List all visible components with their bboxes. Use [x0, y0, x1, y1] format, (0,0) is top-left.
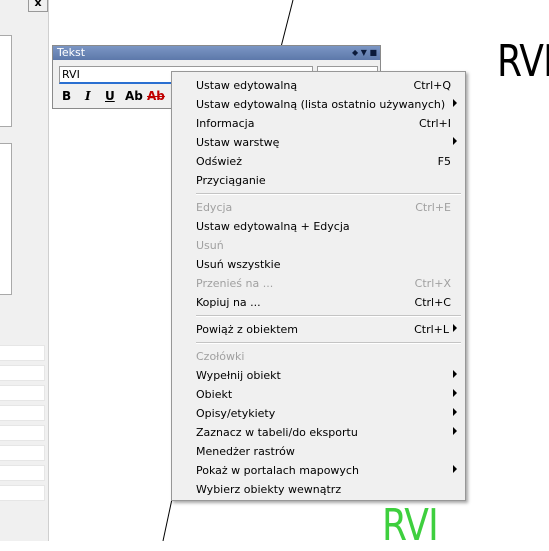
map-label-green[interactable]: RVI [382, 500, 439, 551]
left-panel-list[interactable] [0, 143, 12, 295]
menu-item-fill-object[interactable]: Wypełnij obiekt [172, 366, 465, 385]
submenu-arrow-icon [453, 324, 457, 332]
menu-item-shortcut: F5 [437, 155, 451, 168]
left-panel-field[interactable] [0, 465, 45, 481]
menu-item-copy-to[interactable]: Kopiuj na ... Ctrl+C [172, 293, 465, 312]
left-panel-field[interactable] [0, 385, 45, 401]
menu-separator [196, 193, 461, 195]
menu-item-shortcut: Ctrl+E [415, 201, 451, 214]
left-panel-field[interactable] [0, 365, 45, 381]
menu-item-label: Wybierz obiekty wewnątrz [196, 483, 342, 496]
menu-item-object[interactable]: Obiekt [172, 385, 465, 404]
submenu-arrow-icon [453, 408, 457, 416]
menu-item-label: Pokaż w portalach mapowych [196, 464, 359, 477]
menu-item-information[interactable]: Informacja Ctrl+I [172, 114, 465, 133]
menu-item-set-editable[interactable]: Ustaw edytowalną Ctrl+Q [172, 76, 465, 95]
submenu-arrow-icon [453, 99, 457, 107]
menu-item-label: Wypełnij obiekt [196, 369, 281, 382]
menu-item-shortcut: Ctrl+L [414, 323, 449, 336]
submenu-arrow-icon [453, 137, 457, 145]
menu-item-delete: Usuń [172, 236, 465, 255]
left-panel-field[interactable] [0, 485, 45, 501]
menu-separator [196, 342, 461, 344]
menu-item-shortcut: Ctrl+C [414, 296, 451, 309]
menu-item-link-object[interactable]: Powiąż z obiektem Ctrl+L [172, 320, 465, 339]
left-panel-field[interactable] [0, 345, 45, 361]
menu-item-label: Odśwież [196, 155, 242, 168]
menu-item-label: Usuń [196, 239, 224, 252]
left-panel-field[interactable] [0, 445, 45, 461]
left-panel-box [0, 35, 12, 127]
menu-item-select-in-table[interactable]: Zaznacz w tabeli/do eksportu [172, 423, 465, 442]
menu-item-labels[interactable]: Opisy/etykiety [172, 404, 465, 423]
menu-item-label: Ustaw warstwę [196, 136, 280, 149]
menu-item-label: Kopiuj na ... [196, 296, 261, 309]
close-icon[interactable]: x [28, 0, 48, 12]
underline-button[interactable]: U [105, 88, 115, 104]
submenu-arrow-icon [453, 465, 457, 473]
menu-item-set-editable-edit[interactable]: Ustaw edytowalną + Edycja [172, 217, 465, 236]
toolbar-window-controls-icon[interactable]: ◆ ▼ ■ [352, 46, 377, 60]
menu-item-raster-manager[interactable]: Menedżer rastrów [172, 442, 465, 461]
menu-item-select-objects-inside[interactable]: Wybierz obiekty wewnątrz [172, 480, 465, 499]
map-label-black[interactable]: RVI [497, 36, 549, 87]
submenu-arrow-icon [453, 389, 457, 397]
menu-item-refresh[interactable]: Odśwież F5 [172, 152, 465, 171]
menu-item-shortcut: Ctrl+Q [413, 79, 451, 92]
text-style-button[interactable]: Ab [125, 88, 143, 104]
menu-item-label: Powiąż z obiektem [196, 323, 299, 336]
text-toolbar-titlebar[interactable]: Tekst ◆ ▼ ■ [53, 46, 380, 60]
menu-item-show-in-map-portals[interactable]: Pokaż w portalach mapowych [172, 461, 465, 480]
menu-item-label: Obiekt [196, 388, 233, 401]
context-menu: Ustaw edytowalną Ctrl+Q Ustaw edytowalną… [171, 71, 466, 501]
submenu-arrow-icon [453, 427, 457, 435]
menu-item-label: Ustaw edytowalną + Edycja [196, 220, 350, 233]
menu-item-shortcut: Ctrl+I [418, 117, 451, 130]
italic-button[interactable]: I [85, 88, 91, 104]
menu-item-edit: Edycja Ctrl+E [172, 198, 465, 217]
menu-item-label: Czołówki [196, 350, 245, 363]
menu-item-headers: Czołówki [172, 347, 465, 366]
menu-item-snapping[interactable]: Przyciąganie [172, 171, 465, 190]
menu-item-label: Zaznacz w tabeli/do eksportu [196, 426, 358, 439]
left-dock-panel: x [0, 0, 49, 541]
text-toolbar-title: Tekst [57, 46, 86, 59]
menu-item-label: Opisy/etykiety [196, 407, 276, 420]
menu-separator [196, 315, 461, 317]
menu-item-set-layer[interactable]: Ustaw warstwę [172, 133, 465, 152]
menu-item-label: Menedżer rastrów [196, 445, 295, 458]
submenu-arrow-icon [453, 370, 457, 378]
left-panel-field[interactable] [0, 405, 45, 421]
menu-item-shortcut: Ctrl+X [414, 277, 451, 290]
menu-item-move-to: Przenieś na ... Ctrl+X [172, 274, 465, 293]
menu-item-label: Usuń wszystkie [196, 258, 281, 271]
strikethrough-button[interactable]: Ab [147, 88, 165, 104]
menu-item-label: Ustaw edytowalną (lista ostatnio używany… [196, 98, 446, 111]
menu-item-set-editable-recent[interactable]: Ustaw edytowalną (lista ostatnio używany… [172, 95, 465, 114]
menu-item-label: Ustaw edytowalną [196, 79, 298, 92]
left-panel-field[interactable] [0, 425, 45, 441]
menu-item-label: Przenieś na ... [196, 277, 274, 290]
menu-item-delete-all[interactable]: Usuń wszystkie [172, 255, 465, 274]
menu-item-label: Przyciąganie [196, 174, 266, 187]
menu-item-label: Informacja [196, 117, 255, 130]
bold-button[interactable]: B [62, 88, 71, 104]
menu-item-label: Edycja [196, 201, 233, 214]
